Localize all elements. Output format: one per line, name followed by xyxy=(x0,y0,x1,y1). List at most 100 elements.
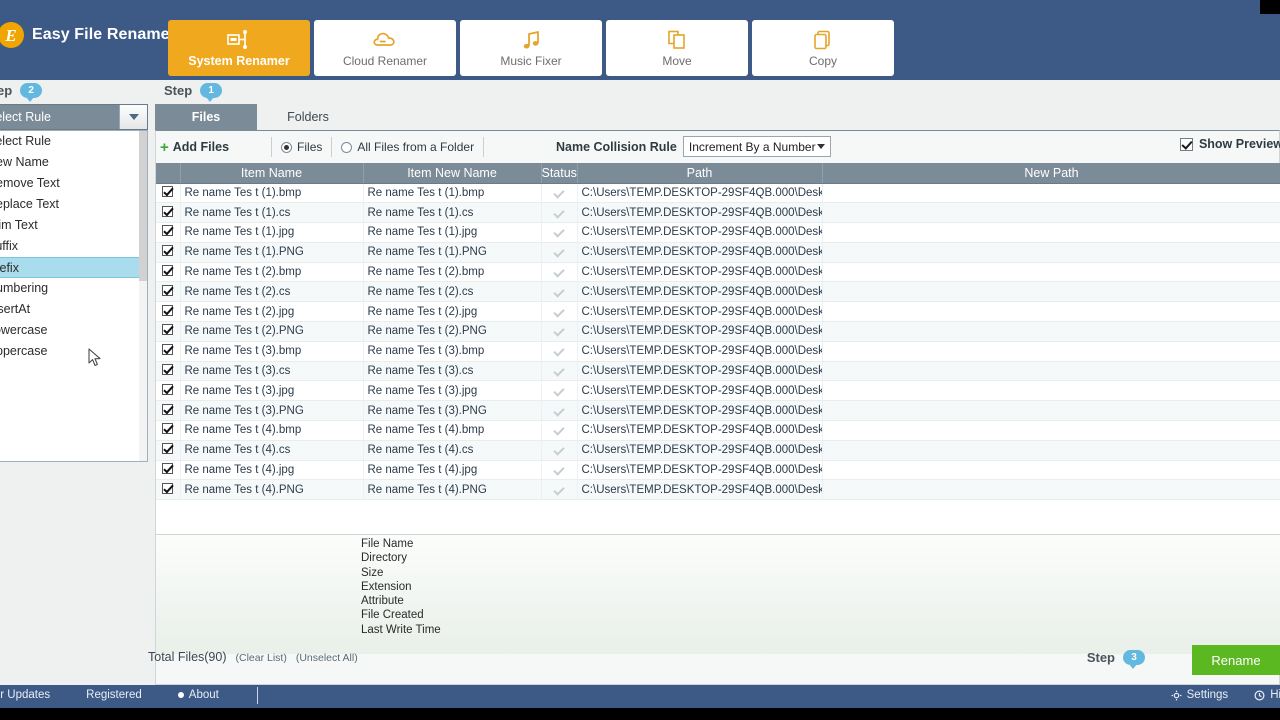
table-row[interactable]: Re name Tes t (1).bmpRe name Tes t (1).b… xyxy=(156,183,1280,203)
checkbox-checked-icon[interactable] xyxy=(162,305,173,316)
checkbox-checked-icon[interactable] xyxy=(162,265,173,276)
registered-status[interactable]: Registered xyxy=(86,689,142,701)
checkbox-checked-icon[interactable] xyxy=(162,483,173,494)
row-checkbox-cell[interactable] xyxy=(156,203,180,223)
checkbox-checked-icon[interactable] xyxy=(162,404,173,415)
checkbox-checked-icon[interactable] xyxy=(162,186,173,197)
row-checkbox-cell[interactable] xyxy=(156,341,180,361)
row-checkbox-cell[interactable] xyxy=(156,401,180,421)
field-last-write-time[interactable]: Last Write Time xyxy=(361,623,441,637)
unselect-all-link[interactable]: (Unselect All) xyxy=(296,652,358,664)
field-size[interactable]: Size xyxy=(361,566,441,580)
column-header-select[interactable] xyxy=(156,163,180,183)
rule-select-combobox[interactable]: Select Rule xyxy=(0,104,148,130)
checkbox-checked-icon[interactable] xyxy=(162,344,173,355)
tab-cloud-renamer[interactable]: Cloud Renamer xyxy=(314,20,456,76)
row-checkbox-cell[interactable] xyxy=(156,421,180,441)
row-checkbox-cell[interactable] xyxy=(156,361,180,381)
chevron-down-icon[interactable] xyxy=(119,105,147,129)
checkbox-checked-icon[interactable] xyxy=(162,245,173,256)
tab-move[interactable]: Move xyxy=(606,20,748,76)
row-checkbox-cell[interactable] xyxy=(156,440,180,460)
field-file-name[interactable]: File Name xyxy=(361,537,441,551)
field-attribute[interactable]: Attribute xyxy=(361,594,441,608)
table-row[interactable]: Re name Tes t (2).PNGRe name Tes t (2).P… xyxy=(156,322,1280,342)
name-collision-select[interactable]: Increment By a Number xyxy=(683,136,831,157)
row-checkbox-cell[interactable] xyxy=(156,223,180,243)
tab-system-renamer[interactable]: System Renamer xyxy=(168,20,310,76)
dropdown-item-trim-text[interactable]: Trim Text xyxy=(0,215,147,236)
table-row[interactable]: Re name Tes t (2).csRe name Tes t (2).cs… xyxy=(156,282,1280,302)
dropdown-scrollbar-thumb[interactable] xyxy=(139,131,147,281)
dropdown-item-select-rule[interactable]: Select Rule xyxy=(0,131,147,152)
radio-all-files-from-folder[interactable]: All Files from a Folder xyxy=(331,137,483,157)
radio-folder-label: All Files from a Folder xyxy=(357,140,474,154)
radio-files[interactable]: Files xyxy=(272,137,331,157)
row-checkbox-cell[interactable] xyxy=(156,262,180,282)
checkbox-checked-icon[interactable] xyxy=(162,285,173,296)
field-extension[interactable]: Extension xyxy=(361,580,441,594)
subtab-folders[interactable]: Folders xyxy=(257,104,359,130)
dropdown-item-new-name[interactable]: New Name xyxy=(0,152,147,173)
table-row[interactable]: Re name Tes t (1).jpgRe name Tes t (1).j… xyxy=(156,223,1280,243)
dropdown-item-prefix[interactable]: Prefix xyxy=(0,257,147,278)
rename-button[interactable]: Rename xyxy=(1192,645,1280,675)
checkbox-checked-icon[interactable] xyxy=(162,324,173,335)
checkbox-checked-icon[interactable] xyxy=(162,384,173,395)
row-checkbox-cell[interactable] xyxy=(156,282,180,302)
table-row[interactable]: Re name Tes t (3).PNGRe name Tes t (3).P… xyxy=(156,401,1280,421)
checkbox-checked-icon[interactable] xyxy=(162,443,173,454)
dropdown-item-lowercase[interactable]: Lowercase xyxy=(0,320,147,341)
subtab-files[interactable]: Files xyxy=(155,104,257,130)
cell-new-path xyxy=(822,322,1280,342)
row-checkbox-cell[interactable] xyxy=(156,183,180,203)
checkbox-checked-icon[interactable] xyxy=(162,463,173,474)
dropdown-item-replace-text[interactable]: Replace Text xyxy=(0,194,147,215)
row-checkbox-cell[interactable] xyxy=(156,302,180,322)
dropdown-item-suffix[interactable]: Suffix xyxy=(0,236,147,257)
history-link[interactable]: Hist xyxy=(1254,689,1280,701)
table-row[interactable]: Re name Tes t (2).bmpRe name Tes t (2).b… xyxy=(156,262,1280,282)
checkbox-checked-icon[interactable] xyxy=(162,364,173,375)
row-checkbox-cell[interactable] xyxy=(156,322,180,342)
table-row[interactable]: Re name Tes t (4).csRe name Tes t (4).cs… xyxy=(156,440,1280,460)
table-row[interactable]: Re name Tes t (2).jpgRe name Tes t (2).j… xyxy=(156,302,1280,322)
table-row[interactable]: Re name Tes t (1).PNGRe name Tes t (1).P… xyxy=(156,242,1280,262)
table-row[interactable]: Re name Tes t (4).PNGRe name Tes t (4).P… xyxy=(156,480,1280,500)
dropdown-item-remove-text[interactable]: Remove Text xyxy=(0,173,147,194)
settings-link[interactable]: Settings xyxy=(1171,689,1229,701)
dropdown-scrollbar[interactable] xyxy=(139,131,147,462)
check-for-updates-link[interactable]: ck for Updates xyxy=(0,689,50,701)
table-row[interactable]: Re name Tes t (1).csRe name Tes t (1).cs… xyxy=(156,203,1280,223)
column-header-item-new-name[interactable]: Item New Name xyxy=(363,163,541,183)
dropdown-item-uppercase[interactable]: Uppercase xyxy=(0,341,147,362)
table-row[interactable]: Re name Tes t (4).bmpRe name Tes t (4).b… xyxy=(156,421,1280,441)
checkbox-checked-icon[interactable] xyxy=(162,225,173,236)
row-checkbox-cell[interactable] xyxy=(156,480,180,500)
row-checkbox-cell[interactable] xyxy=(156,242,180,262)
rule-dropdown-list[interactable]: Select Rule New Name Remove Text Replace… xyxy=(0,130,148,462)
column-header-status[interactable]: Status xyxy=(541,163,577,183)
column-header-item-name[interactable]: Item Name xyxy=(180,163,363,183)
add-files-button[interactable]: + Add Files xyxy=(160,140,229,155)
field-file-created[interactable]: File Created xyxy=(361,608,441,622)
about-link[interactable]: About xyxy=(178,689,219,701)
cell-item-name: Re name Tes t (4).bmp xyxy=(180,421,363,441)
row-checkbox-cell[interactable] xyxy=(156,460,180,480)
checkbox-checked-icon[interactable] xyxy=(162,206,173,217)
table-row[interactable]: Re name Tes t (3).csRe name Tes t (3).cs… xyxy=(156,361,1280,381)
column-header-new-path[interactable]: New Path xyxy=(822,163,1280,183)
dropdown-item-insertat[interactable]: InsertAt xyxy=(0,299,147,320)
column-header-path[interactable]: Path xyxy=(577,163,822,183)
table-row[interactable]: Re name Tes t (4).jpgRe name Tes t (4).j… xyxy=(156,460,1280,480)
field-directory[interactable]: Directory xyxy=(361,551,441,565)
show-preview-checkbox[interactable]: Show Preview xyxy=(1180,137,1280,151)
table-row[interactable]: Re name Tes t (3).bmpRe name Tes t (3).b… xyxy=(156,341,1280,361)
tab-copy[interactable]: Copy xyxy=(752,20,894,76)
checkbox-checked-icon[interactable] xyxy=(162,423,173,434)
dropdown-item-numbering[interactable]: Numbering xyxy=(0,278,147,299)
clear-list-link[interactable]: (Clear List) xyxy=(236,652,287,664)
row-checkbox-cell[interactable] xyxy=(156,381,180,401)
table-row[interactable]: Re name Tes t (3).jpgRe name Tes t (3).j… xyxy=(156,381,1280,401)
tab-music-fixer[interactable]: Music Fixer xyxy=(460,20,602,76)
